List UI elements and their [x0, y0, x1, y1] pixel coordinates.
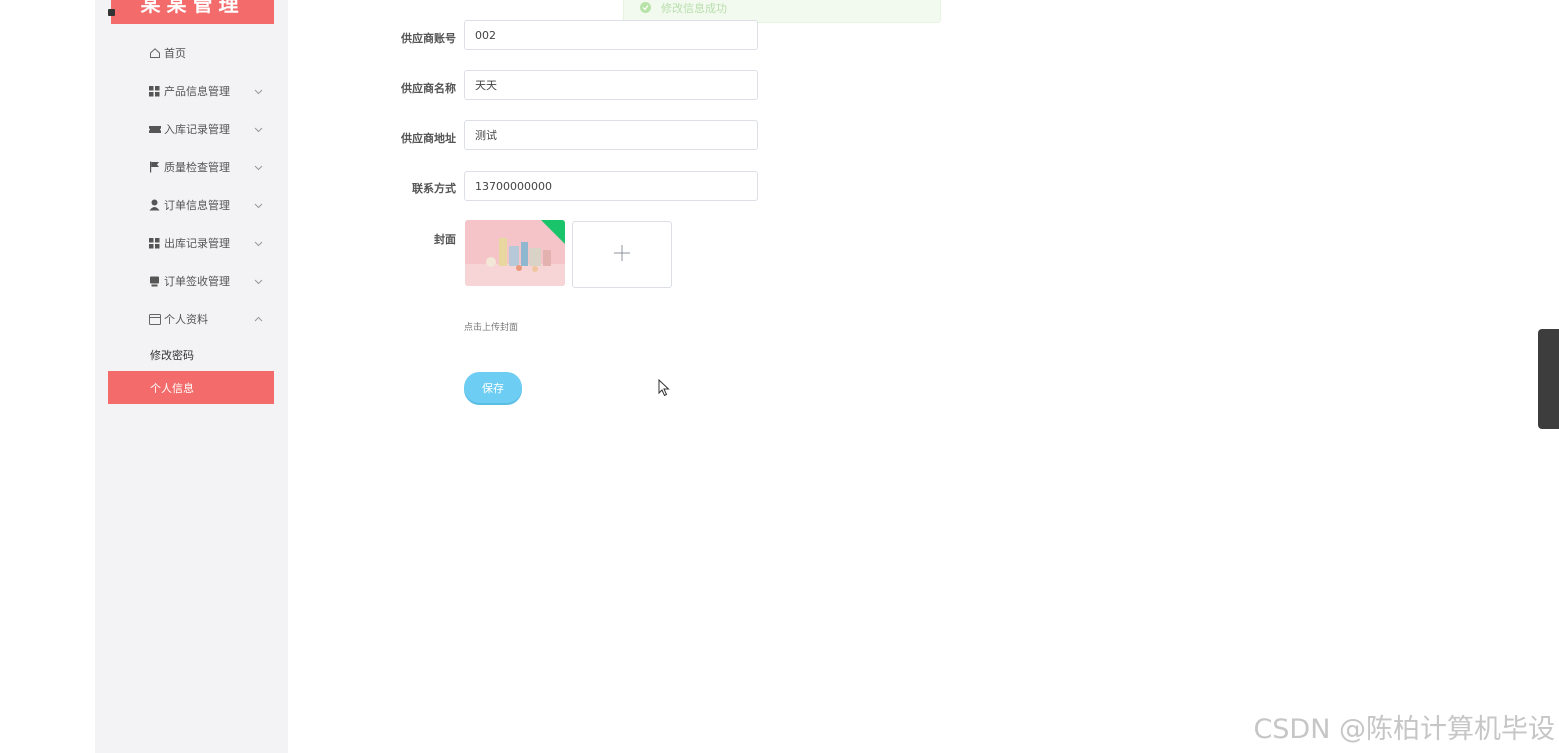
- sidebar-subitem-personal-info[interactable]: 个人信息: [108, 371, 274, 404]
- chevron-up-icon: [253, 314, 263, 324]
- sidebar-item-home[interactable]: 首页: [148, 43, 263, 63]
- contact-input[interactable]: [464, 171, 758, 201]
- chevron-down-icon: [253, 86, 263, 96]
- sidebar-subitem-label: 个人信息: [150, 381, 194, 395]
- sidebar-item-label: 订单信息管理: [164, 199, 230, 212]
- grid-icon: [148, 85, 161, 98]
- sidebar-item-products[interactable]: 产品信息管理: [148, 81, 263, 101]
- side-panel-handle[interactable]: [1538, 329, 1559, 429]
- brand-title: 某某管理: [140, 0, 245, 16]
- card-icon: [148, 313, 161, 326]
- watermark: CSDN @陈柏计算机毕设: [1253, 714, 1555, 745]
- flag-icon: [148, 161, 161, 174]
- sidebar-item-label: 个人资料: [164, 313, 208, 326]
- sidebar-item-inbound[interactable]: 入库记录管理: [148, 119, 263, 139]
- supplier-name-label: 供应商名称: [401, 82, 456, 95]
- cover-label: 封面: [434, 233, 456, 246]
- chevron-down-icon: [253, 200, 263, 210]
- chevron-down-icon: [253, 276, 263, 286]
- chevron-down-icon: [253, 162, 263, 172]
- cover-upload-button[interactable]: [572, 221, 672, 288]
- sidebar-item-outbound[interactable]: 出库记录管理: [148, 233, 263, 253]
- supplier-name-input[interactable]: [464, 70, 758, 100]
- cover-image[interactable]: [465, 220, 565, 286]
- collapse-toggle-icon[interactable]: [108, 9, 115, 16]
- sidebar-item-orders[interactable]: 订单信息管理: [148, 195, 263, 215]
- brand-logo[interactable]: 某某管理: [111, 0, 274, 24]
- sidebar-item-label: 出库记录管理: [164, 237, 230, 250]
- plus-icon: [613, 244, 631, 266]
- mouse-cursor-icon: [658, 378, 670, 401]
- sidebar-item-label: 首页: [164, 47, 186, 60]
- sidebar-item-label: 质量检查管理: [164, 161, 230, 174]
- supplier-account-input[interactable]: [464, 20, 758, 50]
- sidebar-item-label: 产品信息管理: [164, 85, 230, 98]
- grid-icon: [148, 237, 161, 250]
- sidebar-item-label: 入库记录管理: [164, 123, 230, 136]
- supplier-address-input[interactable]: [464, 120, 758, 150]
- contact-label: 联系方式: [412, 182, 456, 195]
- save-button[interactable]: 保存: [464, 372, 522, 403]
- supplier-address-label: 供应商地址: [401, 132, 456, 145]
- chevron-down-icon: [253, 238, 263, 248]
- sidebar-subitem-change-password[interactable]: 修改密码: [150, 347, 194, 363]
- upload-hint: 点击上传封面: [464, 323, 519, 333]
- sidebar-item-profile[interactable]: 个人资料: [148, 309, 263, 329]
- sidebar: 某某管理 首页 产品信息管理 入库记录管理 质量检查管理 订单信息管理 出库记录…: [95, 0, 288, 753]
- toast-message: 修改信息成功: [661, 1, 727, 15]
- home-icon: [148, 47, 161, 60]
- user-icon: [148, 199, 161, 212]
- sidebar-item-label: 订单签收管理: [164, 275, 230, 288]
- ticket-icon: [148, 123, 161, 136]
- stamp-icon: [148, 275, 161, 288]
- chevron-down-icon: [253, 124, 263, 134]
- check-circle-icon: [640, 2, 651, 13]
- sidebar-item-receipt[interactable]: 订单签收管理: [148, 271, 263, 291]
- supplier-account-label: 供应商账号: [401, 32, 456, 45]
- sidebar-item-quality[interactable]: 质量检查管理: [148, 157, 263, 177]
